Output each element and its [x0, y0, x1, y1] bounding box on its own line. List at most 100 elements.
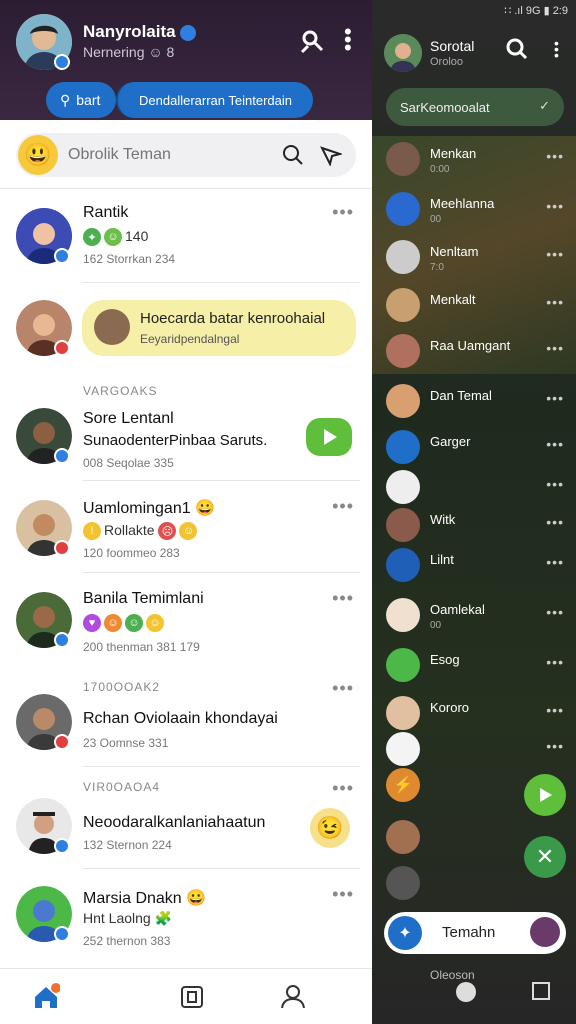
status-bar: ∷ .ıl 9G ▮ 2:9 — [504, 5, 568, 17]
bubble-subtitle: Eeyaridpendalngal — [140, 332, 240, 346]
chat-name[interactable]: Marsia Dnakn 😀 — [83, 888, 206, 908]
panel-item[interactable]: ••• — [386, 732, 566, 768]
divider — [83, 572, 360, 573]
chat-name-text: Uamlomingan1 — [83, 500, 191, 517]
chat-preview: SunaodenterPinbaa Saruts. — [83, 432, 268, 449]
panel-item[interactable]: Kororo ••• — [386, 696, 566, 732]
more-icon[interactable]: ••• — [546, 654, 564, 670]
stories-icon[interactable] — [180, 985, 204, 1014]
avatar[interactable] — [386, 866, 420, 900]
more-icon[interactable]: ••• — [546, 702, 564, 718]
panel-item[interactable]: ••• — [386, 470, 566, 506]
emoji-icon: ☺ — [146, 614, 164, 633]
search-input[interactable] — [68, 146, 268, 164]
more-icon[interactable]: ••• — [332, 496, 354, 517]
more-icon[interactable]: ••• — [546, 738, 564, 754]
search-icon[interactable] — [282, 144, 304, 171]
panel-item[interactable]: Nenltam 7:0 ••• — [386, 240, 566, 276]
more-icon[interactable]: ••• — [332, 588, 354, 609]
profile-name: Nanyrolaita — [83, 22, 196, 42]
more-icon[interactable]: ••• — [546, 514, 564, 530]
more-icon[interactable]: ••• — [546, 554, 564, 570]
chat-name[interactable]: Neoodaralkanlaniahaatun — [83, 814, 265, 832]
more-icon[interactable]: ••• — [546, 340, 564, 356]
panel-item[interactable]: Garger ••• — [386, 430, 566, 466]
avatar — [386, 240, 420, 274]
emoji-icon: ☺ — [179, 522, 198, 541]
avatar — [386, 648, 420, 682]
close-button[interactable]: ✕ — [524, 836, 566, 878]
send-icon[interactable] — [320, 144, 344, 171]
chat-preview-text: Hnt Laolng — [83, 910, 151, 926]
tab-pill-right[interactable]: Dendallerarran Teinterdain — [116, 82, 313, 118]
emoji-icon: ☺ — [125, 614, 143, 633]
play-button[interactable] — [524, 774, 566, 816]
more-icon[interactable]: ••• — [546, 198, 564, 214]
panel-item[interactable]: Oamlekal 00 ••• — [386, 598, 566, 634]
pin-icon: ⚲ — [60, 91, 71, 108]
home-icon[interactable] — [32, 983, 61, 1016]
panel-item-name: Esog — [430, 652, 460, 667]
emoji-icon: ☹ — [158, 522, 177, 541]
nav-square-icon[interactable] — [532, 982, 550, 1000]
lightning-icon[interactable]: ⚡ — [386, 768, 420, 802]
chat-preview: ! Rollakte ☹ ☺ — [83, 522, 200, 541]
panel-item-name: Witk — [430, 512, 456, 527]
panel-item[interactable]: Raa Uamgant ••• — [386, 334, 566, 370]
search-icon[interactable] — [506, 38, 528, 65]
more-icon[interactable]: ••• — [546, 246, 564, 262]
panel-item[interactable]: Menkan 0:00 ••• — [386, 142, 566, 178]
new-chat-bar[interactable]: ✦ Temahn — [384, 912, 566, 954]
chat-name[interactable]: Sore Lentanl — [83, 410, 174, 428]
emoji-icon: ☺ — [104, 228, 122, 247]
avatar — [386, 430, 420, 464]
emoji-icon: 😀 — [186, 890, 207, 907]
panel-item-name: Lilnt — [430, 552, 454, 567]
tools-icon[interactable] — [298, 28, 326, 61]
avatar — [386, 334, 420, 368]
bubble-title: Hoecarda batar kenroohaial — [140, 310, 326, 327]
chat-name[interactable]: Banila Temimlani — [83, 590, 204, 608]
more-icon[interactable]: ••• — [332, 778, 354, 799]
panel-item[interactable]: Esog ••• — [386, 648, 566, 684]
more-icon[interactable]: ••• — [546, 476, 564, 492]
panel-item-name: Raa Uamgant — [430, 338, 511, 353]
more-icon[interactable]: ••• — [332, 884, 354, 905]
tab-pill-left[interactable]: ⚲ bart — [46, 82, 116, 118]
more-icon[interactable]: ••• — [546, 148, 564, 164]
avatar — [386, 142, 420, 176]
panel-item[interactable]: Witk ••• — [386, 508, 566, 544]
panel-item[interactable]: Menkalt ••• — [386, 288, 566, 324]
chat-meta: 200 thenman 381 179 — [83, 640, 200, 654]
panel-avatar[interactable] — [384, 34, 422, 72]
panel-item[interactable]: Lilnt ••• — [386, 548, 566, 584]
panel-filter-pill[interactable]: SarKeomooalat ✓ — [386, 88, 564, 126]
more-vert-icon[interactable]: • • • — [554, 36, 559, 62]
nav-home-icon[interactable] — [456, 982, 476, 1002]
more-icon[interactable]: ••• — [546, 604, 564, 620]
panel-filter-label: SarKeomooalat — [400, 99, 490, 115]
more-icon[interactable]: ••• — [546, 436, 564, 452]
avatar[interactable] — [386, 820, 420, 854]
more-icon[interactable]: ••• — [546, 294, 564, 310]
avatar — [386, 192, 420, 226]
chat-name[interactable]: Uamlomingan1 😀 — [83, 498, 215, 518]
profile-icon[interactable] — [280, 983, 306, 1014]
avatar — [386, 696, 420, 730]
chat-name[interactable]: Rantik — [83, 204, 128, 222]
chat-name[interactable]: Rchan Oviolaain khondayai — [83, 710, 278, 728]
more-vert-icon[interactable]: • • • — [344, 21, 352, 59]
divider — [83, 480, 360, 481]
avatar — [386, 732, 420, 766]
search-bar[interactable]: 😃 — [16, 133, 356, 177]
panel-item[interactable]: Dan Temal ••• — [386, 384, 566, 420]
panel-item-name: Nenltam — [430, 244, 479, 259]
more-icon[interactable]: ••• — [546, 390, 564, 406]
more-icon[interactable]: ••• — [332, 202, 354, 223]
message-bubble[interactable]: Hoecarda batar kenroohaial Eeyaridpendal… — [82, 300, 356, 356]
panel-item[interactable]: Meehlanna 00 ••• — [386, 192, 566, 228]
more-icon[interactable]: ••• — [332, 678, 354, 699]
divider — [83, 868, 360, 869]
play-button[interactable] — [306, 418, 352, 456]
new-chat-label: Temahn — [442, 924, 496, 941]
